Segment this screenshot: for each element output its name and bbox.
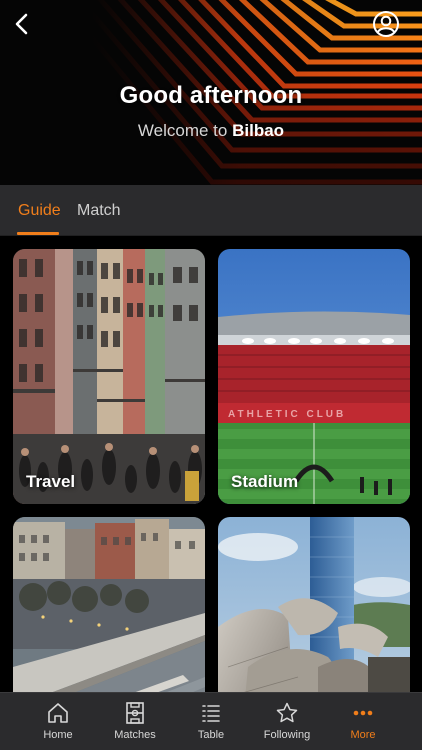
card-label-stadium: Stadium	[231, 472, 299, 491]
travel-photo	[13, 249, 205, 504]
guide-card-grid: Travel ATHLETIC CLUB Stadium	[0, 236, 422, 692]
home-icon	[48, 703, 68, 723]
nav-more-label: More	[350, 729, 376, 741]
chevron-left-icon	[15, 13, 28, 35]
nav-following-label: Following	[263, 729, 311, 741]
greeting-title: Good afternoon	[119, 82, 303, 109]
welcome-subtitle: Welcome to Bilbao	[0, 121, 422, 141]
stadium-photo: ATHLETIC CLUB	[218, 249, 410, 504]
svg-text:ATHLETIC CLUB: ATHLETIC CLUB	[228, 409, 346, 420]
tab-match[interactable]: Match	[77, 185, 121, 236]
more-dots-icon	[353, 710, 373, 716]
stadium-card[interactable]: ATHLETIC CLUB Stadium	[218, 249, 410, 504]
card-label-travel: Travel	[26, 472, 76, 491]
nav-table-label: Table	[197, 729, 225, 741]
nav-home-label: Home	[43, 729, 73, 741]
museum-card[interactable]	[218, 517, 410, 692]
tab-guide[interactable]: Guide	[18, 185, 61, 236]
museum-photo	[218, 517, 410, 692]
profile-button[interactable]	[372, 10, 400, 38]
nav-home[interactable]: Home	[16, 693, 100, 750]
city-name: Bilbao	[232, 121, 285, 140]
header-banner: Good afternoon Welcome to Bilbao	[0, 0, 422, 185]
city-river-photo	[13, 517, 205, 692]
tab-bar: Guide Match	[0, 185, 422, 236]
pitch-icon	[126, 702, 144, 724]
user-circle-icon	[373, 11, 399, 37]
travel-card[interactable]: Travel	[13, 249, 205, 504]
back-button[interactable]	[6, 8, 38, 40]
star-icon	[276, 702, 298, 723]
bottom-navigation: Home Matches Table Following More	[0, 692, 422, 750]
nav-matches[interactable]: Matches	[93, 693, 177, 750]
city-river-card[interactable]	[13, 517, 205, 692]
list-icon	[202, 705, 220, 722]
nav-table[interactable]: Table	[169, 693, 253, 750]
welcome-prefix: Welcome to	[137, 121, 228, 140]
active-tab-indicator	[17, 232, 59, 235]
nav-matches-label: Matches	[114, 729, 156, 741]
nav-following[interactable]: Following	[245, 693, 329, 750]
nav-more[interactable]: More	[321, 693, 405, 750]
